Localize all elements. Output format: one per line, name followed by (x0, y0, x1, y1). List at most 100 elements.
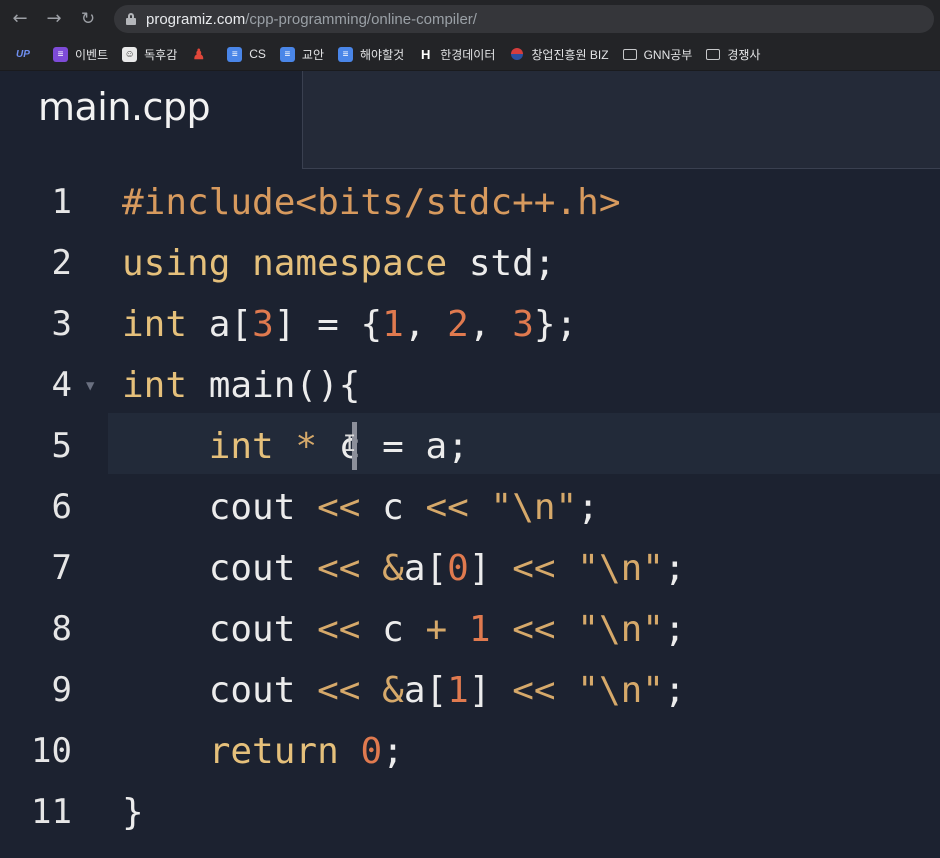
tab-strip: main.cpp (0, 71, 940, 169)
line-number: 5 (51, 426, 72, 466)
code-token: << (512, 609, 556, 650)
bookmark-hankyung[interactable]: H 한경데이터 (418, 46, 495, 63)
code-token: ] (468, 548, 513, 589)
bookmark-kised[interactable]: 창업진흥원 BIZ (509, 46, 608, 63)
code-area[interactable]: 1 #include<bits/stdc++.h> 2 using namespace… (0, 169, 940, 858)
url-text[interactable]: programiz.com/cpp-programming/online-com… (146, 11, 477, 28)
code-token: } (122, 792, 144, 833)
code-token: + (425, 609, 448, 650)
code-line[interactable]: #include<bits/stdc++.h> (122, 172, 621, 233)
line-number: 3 (51, 304, 72, 344)
back-arrow-icon[interactable]: ← (6, 0, 34, 38)
line-number: 10 (31, 731, 72, 771)
forward-arrow-icon[interactable]: → (40, 0, 68, 38)
code-token: "\n" (577, 548, 664, 589)
tab-main-cpp[interactable]: main.cpp (0, 71, 302, 169)
code-token: * (273, 426, 339, 467)
code-line[interactable]: } (122, 782, 144, 843)
line-number: 9 (51, 670, 72, 710)
address-bar[interactable]: programiz.com/cpp-programming/online-com… (114, 5, 934, 33)
code-token: 1 (468, 609, 491, 650)
code-token: 0 (360, 731, 383, 772)
code-line[interactable]: int main(){ (122, 355, 360, 416)
code-token: cout (122, 548, 318, 589)
code-token: 1 (382, 304, 404, 345)
code-token: return (208, 731, 339, 772)
code-token: main(){ (187, 365, 361, 406)
bookmark-review[interactable]: ☺ 독후감 (122, 46, 177, 63)
h-icon: H (420, 46, 431, 62)
code-token: <bits/stdc++.h> (295, 182, 621, 223)
code-token: << (317, 548, 361, 589)
code-token: "\n" (490, 487, 578, 528)
bookmark-lesson[interactable]: ≡ 교안 (279, 46, 324, 63)
code-token: 3 (512, 304, 534, 345)
code-token: & (382, 548, 404, 589)
code-token: }; (533, 304, 578, 345)
tab-strip-empty (302, 71, 940, 169)
doc-icon: ≡ (338, 46, 354, 62)
code-line[interactable]: int a[3] = {1, 2, 3}; (122, 294, 577, 355)
bookmark-gnn[interactable]: GNN공부 (622, 46, 693, 63)
bookmark-label: 해야할것 (360, 47, 405, 62)
code-token: c (360, 609, 426, 650)
code-token: << (512, 548, 556, 589)
code-token: cout (122, 670, 318, 711)
line-number: 11 (31, 792, 72, 832)
person-icon: ♟ (192, 45, 206, 62)
code-line[interactable]: cout << c << "\n"; (122, 477, 599, 538)
code-token: << (425, 487, 469, 528)
code-token: cout (122, 487, 318, 528)
code-line[interactable]: return 0; (122, 721, 404, 782)
bookmark-label: 독후감 (144, 47, 178, 62)
reload-icon[interactable]: ↻ (74, 0, 102, 38)
bookmark-up[interactable]: UP (14, 47, 39, 62)
bookmark-todo[interactable]: ≡ 해야할것 (338, 46, 404, 63)
lock-icon[interactable] (126, 13, 136, 25)
folder-icon (706, 48, 721, 60)
folder-icon (622, 48, 637, 60)
browser-toolbar: ← → ↻ programiz.com/cpp-programming/onli… (0, 0, 940, 38)
code-token: ] = { (273, 304, 383, 345)
code-token: ] (468, 670, 513, 711)
code-token: c = a; (338, 426, 469, 467)
code-token: , (468, 304, 513, 345)
code-line[interactable]: int * c = a; (122, 416, 469, 477)
code-token: std; (447, 243, 556, 284)
code-token: ; (382, 731, 404, 772)
code-token: c (360, 487, 426, 528)
up-icon: UP (16, 48, 30, 60)
doc-icon: ≡ (279, 46, 295, 62)
code-token: int (208, 426, 274, 467)
code-token: #include (122, 182, 296, 223)
line-number: 4 (51, 365, 72, 405)
line-number: 8 (51, 609, 72, 649)
bookmark-label: GNN공부 (643, 47, 693, 62)
code-line[interactable]: using namespace std; (122, 233, 556, 294)
bookmark-label: 경쟁사 (727, 47, 761, 62)
code-line[interactable]: cout << c + 1 << "\n"; (122, 599, 686, 660)
bookmark-event[interactable]: ≡ 이벤트 (53, 46, 108, 63)
code-line[interactable]: cout << &a[1] << "\n"; (122, 660, 686, 721)
bookmark-label: 한경데이터 (440, 47, 496, 62)
code-token: "\n" (577, 609, 664, 650)
code-token: namespace (252, 243, 448, 284)
code-token: & (382, 670, 404, 711)
bookmark-person[interactable]: ♟ (191, 45, 213, 62)
bookmark-competitor[interactable]: 경쟁사 (706, 46, 760, 63)
fold-arrow-icon[interactable]: ▼ (86, 356, 94, 417)
code-token: "\n" (577, 670, 664, 711)
code-token: cout (122, 609, 318, 650)
code-token: int (122, 304, 188, 345)
bookmark-cs[interactable]: ≡ CS (227, 46, 266, 62)
line-number: 6 (51, 487, 72, 527)
code-line[interactable]: cout << &a[0] << "\n"; (122, 538, 686, 599)
